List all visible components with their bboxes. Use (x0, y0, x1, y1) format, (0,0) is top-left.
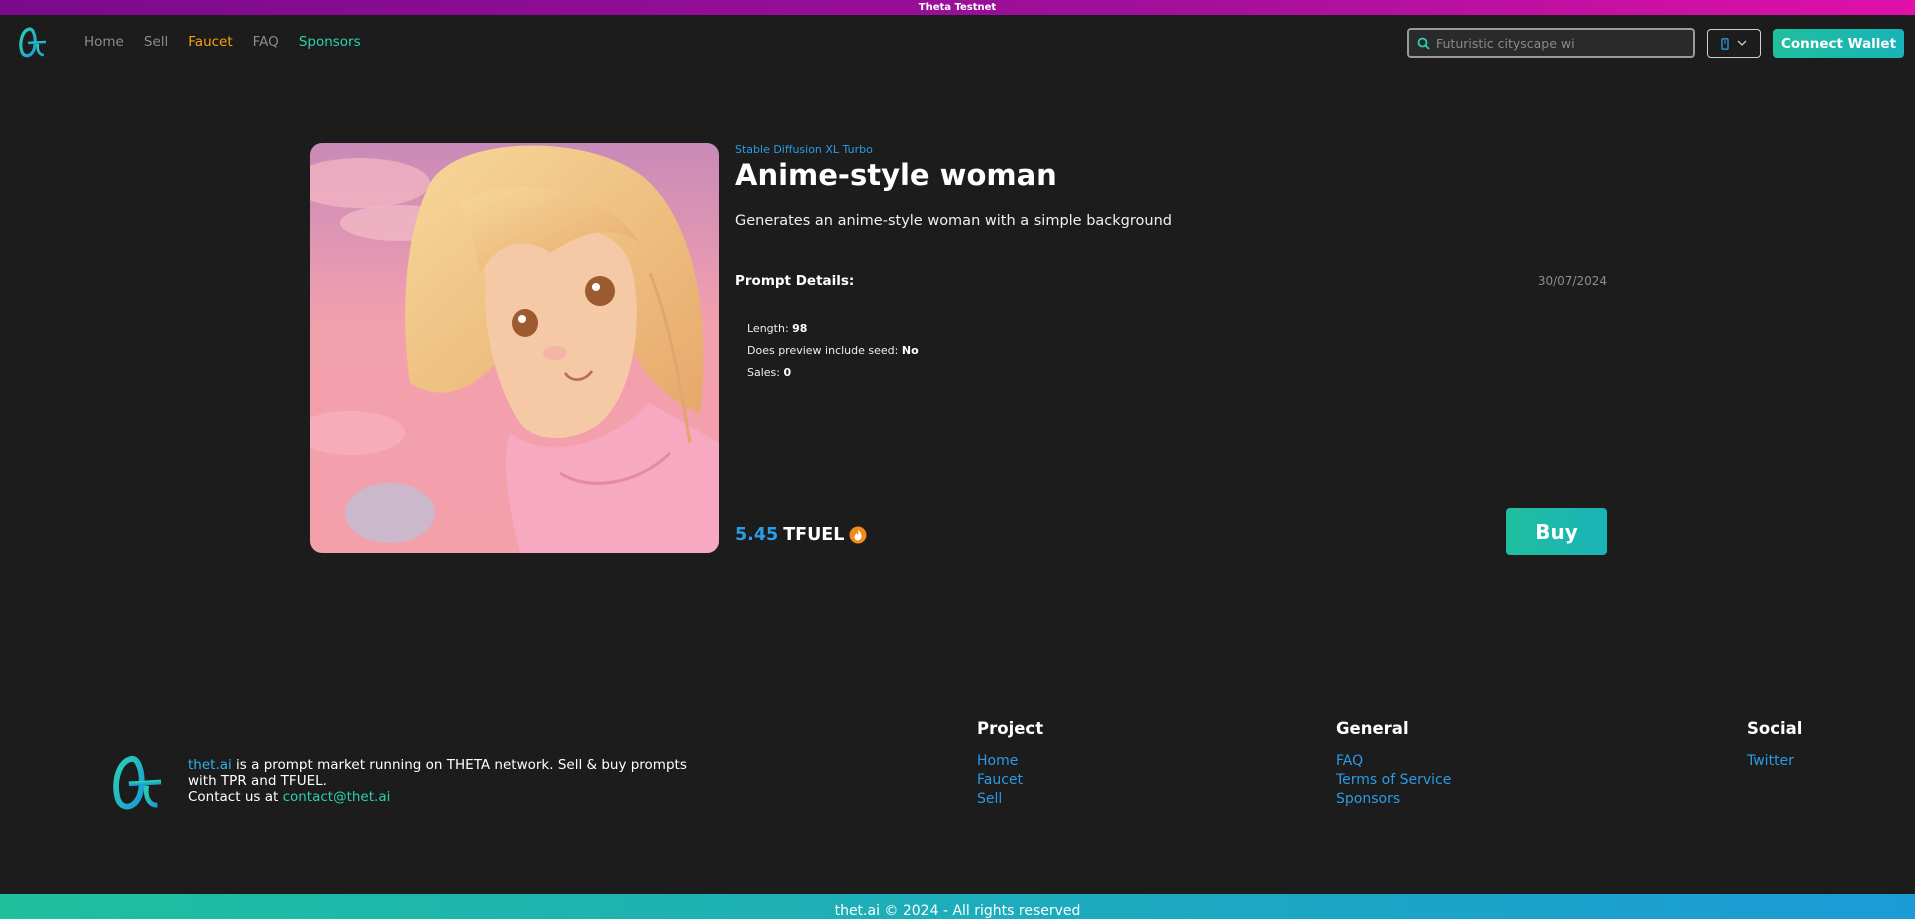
anime-woman-illustration (310, 143, 719, 553)
price-currency: TFUEL (783, 525, 845, 545)
footer-link-faucet[interactable]: Faucet (977, 771, 1043, 790)
detail-sales-label: Sales: (747, 366, 780, 379)
contact-email-link[interactable]: contact@thet.ai (283, 789, 391, 805)
chevron-down-icon (1737, 40, 1747, 46)
model-name[interactable]: Stable Diffusion XL Turbo (735, 143, 873, 156)
prompt-date: 30/07/2024 (1537, 274, 1607, 288)
thetai-logo[interactable] (16, 23, 48, 61)
detail-sales: Sales: 0 (747, 362, 919, 384)
footer-link-sell[interactable]: Sell (977, 790, 1043, 809)
detail-seed-value: No (901, 344, 919, 357)
prompt-details-label: Prompt Details: (735, 273, 855, 289)
detail-length: Length: 98 (747, 318, 919, 340)
top-navigation: Home Sell Faucet FAQ Sponsors Connect Wa… (0, 15, 1915, 71)
search-input[interactable] (1436, 35, 1676, 51)
detail-length-label: Length: (747, 322, 789, 335)
detail-sales-value: 0 (783, 366, 792, 379)
nav-sponsors-link[interactable]: Sponsors (299, 34, 361, 50)
prompt-preview-image (310, 143, 719, 553)
prompt-description: Generates an anime-style woman with a si… (735, 213, 1172, 229)
footer-heading-general: General (1336, 719, 1409, 738)
footer-link-terms[interactable]: Terms of Service (1336, 771, 1451, 790)
footer-link-sponsors[interactable]: Sponsors (1336, 790, 1451, 809)
search-bar[interactable] (1407, 28, 1695, 58)
network-selector[interactable] (1707, 29, 1761, 58)
footer-description-text: is a prompt market running on THETA netw… (188, 757, 687, 789)
detail-seed-label: Does preview include seed: (747, 344, 899, 357)
footer-description: thet.ai is a prompt market running on TH… (188, 757, 708, 805)
connect-wallet-button[interactable]: Connect Wallet (1773, 29, 1904, 58)
prompt-detail-list: Length: 98 Does preview include seed: No… (747, 318, 919, 384)
detail-seed: Does preview include seed: No (747, 340, 919, 362)
tfuel-flame-icon (849, 526, 867, 544)
nav-home-link[interactable]: Home (84, 34, 124, 50)
footer-heading-social: Social (1747, 719, 1803, 738)
buy-button[interactable]: Buy (1506, 508, 1607, 555)
footer-heading-project: Project (977, 719, 1044, 738)
search-icon (1417, 37, 1430, 50)
footer-link-faq[interactable]: FAQ (1336, 752, 1451, 771)
detail-length-value: 98 (792, 322, 808, 335)
footer-link-home[interactable]: Home (977, 752, 1043, 771)
prompt-title: Anime-style woman (735, 158, 1057, 192)
nav-faq-link[interactable]: FAQ (253, 34, 279, 50)
contact-prefix: Contact us at (188, 789, 283, 805)
nav-sell-link[interactable]: Sell (144, 34, 168, 50)
prompt-details-panel: Stable Diffusion XL Turbo Anime-style wo… (735, 143, 1607, 555)
footer-column-general: General FAQ Terms of Service Sponsors (1336, 719, 1451, 809)
footer: thet.ai is a prompt market running on TH… (0, 700, 1915, 890)
nav-faucet-link[interactable]: Faucet (188, 34, 232, 50)
footer-brand-link[interactable]: thet.ai (188, 757, 232, 773)
price-value: 5.45 (735, 525, 779, 545)
thetai-logo-large[interactable] (107, 748, 165, 816)
copyright-bar: thet.ai © 2024 - All rights reserved (0, 894, 1915, 919)
footer-column-social: Social Twitter (1747, 719, 1802, 771)
footer-column-project: Project Home Faucet Sell (977, 719, 1043, 809)
phone-icon (1721, 37, 1729, 50)
testnet-banner: Theta Testnet (0, 0, 1915, 15)
main-nav: Home Sell Faucet FAQ Sponsors (84, 34, 361, 50)
price: 5.45 TFUEL (735, 525, 867, 545)
footer-link-twitter[interactable]: Twitter (1747, 752, 1802, 771)
